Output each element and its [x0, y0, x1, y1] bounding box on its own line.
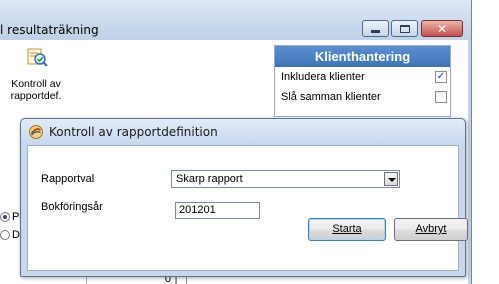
dialog-title-bar[interactable]: Kontroll av rapportdefinition: [21, 119, 465, 145]
merge-clients-label: Slå samman klienter: [281, 91, 381, 103]
report-check-label-line1: Kontroll av: [11, 78, 61, 90]
magnifier-check-icon: [27, 48, 48, 67]
client-handling-panel: Klienthantering Inkludera klienter ✓ Slå…: [274, 45, 451, 117]
include-clients-checkbox[interactable]: ✓: [435, 71, 447, 83]
app-logo-icon: [29, 125, 43, 139]
dialog-title: Kontroll av rapportdefinition: [49, 125, 218, 139]
merge-clients-checkbox[interactable]: [435, 91, 447, 103]
include-clients-label: Inkludera klienter: [281, 71, 365, 83]
minimize-button[interactable]: [362, 20, 389, 37]
fiscal-year-label: Bokföringsår: [41, 201, 103, 213]
report-select-label: Rapportval: [41, 173, 95, 185]
cancel-button[interactable]: Avbryt: [394, 218, 468, 241]
report-select-value: Skarp rapport: [176, 173, 243, 185]
main-window-title: l resultaträkning: [0, 23, 99, 37]
report-check-tool-label: Kontroll av rapportdef.: [0, 78, 72, 102]
client-panel-title: Klienthantering: [275, 46, 450, 67]
maximize-icon: [399, 24, 410, 33]
close-icon: ✕: [436, 21, 448, 36]
radio-button[interactable]: [0, 230, 10, 240]
caption-buttons: ✕: [362, 20, 465, 38]
fiscal-year-input[interactable]: 201201: [175, 202, 260, 219]
report-select[interactable]: Skarp rapport: [171, 170, 400, 188]
close-button[interactable]: ✕: [421, 20, 463, 37]
chevron-down-icon[interactable]: [384, 172, 398, 186]
minimize-icon: [371, 29, 380, 33]
radio-button[interactable]: [0, 212, 10, 222]
maximize-button[interactable]: [391, 20, 418, 37]
merge-clients-row: Slå samman klienter: [275, 87, 450, 107]
report-check-tool-button[interactable]: Kontroll av rapportdef.: [0, 43, 72, 107]
main-title-bar[interactable]: l resultaträkning ✕: [0, 0, 471, 40]
dialog-body: Rapportval Skarp rapport Bokföringsår 20…: [27, 145, 468, 271]
report-check-label-line2: rapportdef.: [10, 90, 62, 102]
report-definition-dialog: Kontroll av rapportdefinition Rapportval…: [20, 118, 468, 277]
start-button[interactable]: Starta: [308, 218, 386, 241]
include-clients-row: Inkludera klienter ✓: [275, 67, 450, 87]
